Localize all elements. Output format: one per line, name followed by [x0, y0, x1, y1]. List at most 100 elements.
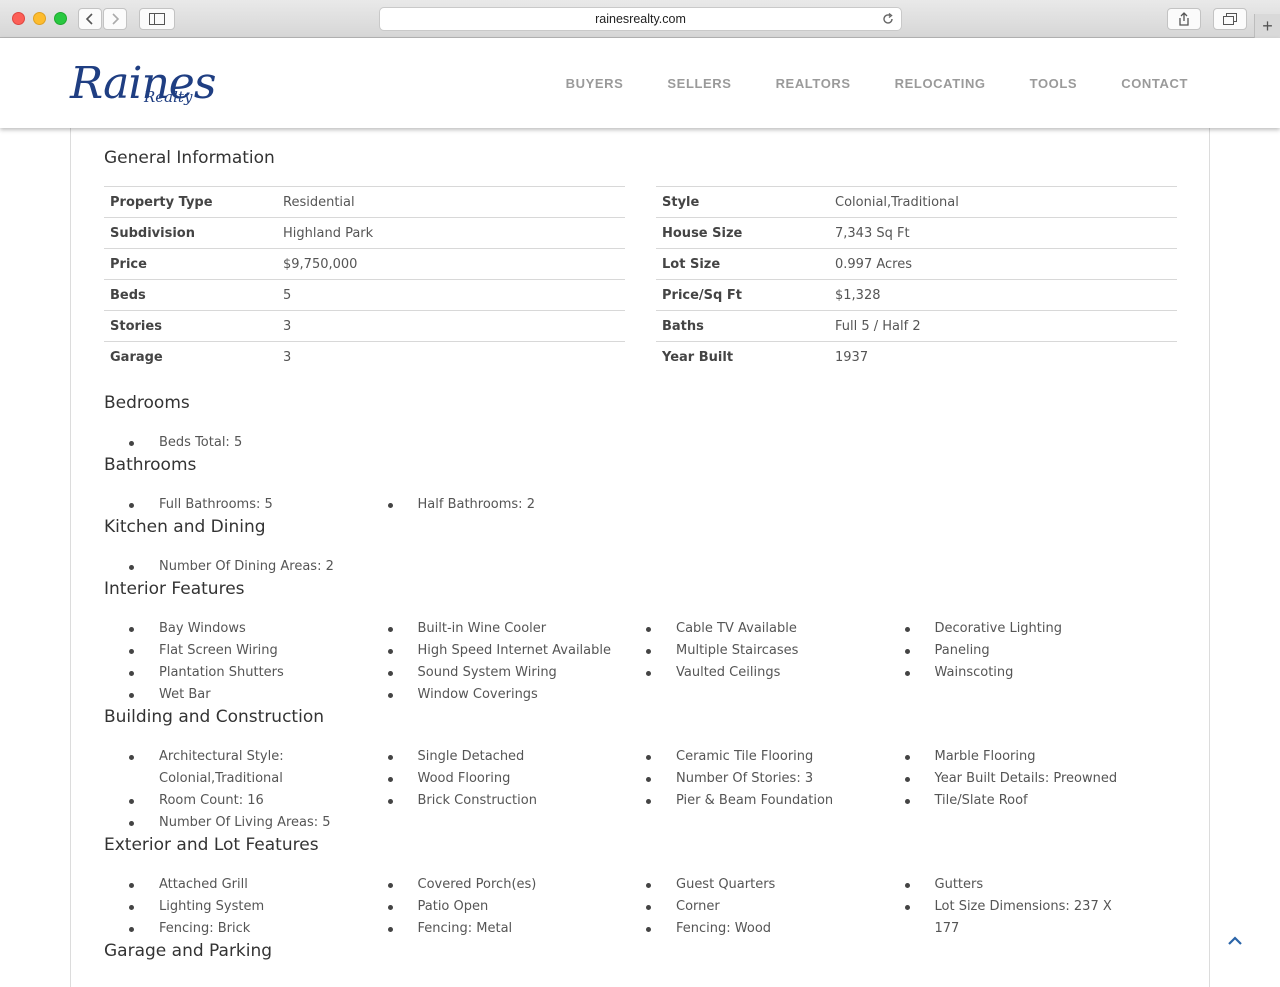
- feature-column: Ceramic Tile Flooring Number Of Stories: …: [621, 746, 880, 834]
- nav-realtors[interactable]: REALTORS: [776, 76, 851, 91]
- info-row: Property Type Residential: [104, 186, 625, 218]
- nav-tools[interactable]: TOOLS: [1030, 76, 1078, 91]
- info-value: Highland Park: [277, 217, 625, 249]
- raines-realty-logo[interactable]: Raines Realty: [70, 60, 216, 112]
- feature-section-bathrooms: Bathrooms Full Bathrooms: 5 Half Bathrooms…: [104, 454, 1177, 516]
- feature-column: Guest Quarters Corner Fencing: Wood: [621, 874, 880, 940]
- info-label: Stories: [104, 310, 277, 342]
- info-value: 7,343 Sq Ft: [829, 217, 1177, 249]
- info-label: Lot Size: [656, 248, 829, 280]
- feature-section-kitchen-and-dining: Kitchen and Dining Number Of Dining Areas…: [104, 516, 1177, 578]
- feature-item: Bay Windows: [104, 618, 363, 640]
- close-window-button[interactable]: [12, 12, 25, 25]
- section-heading: Garage and Parking: [104, 941, 273, 961]
- section-heading: Bedrooms: [104, 393, 190, 413]
- info-row: Beds 5: [104, 279, 625, 311]
- address-bar[interactable]: rainesrealty.com: [379, 7, 902, 31]
- feature-column: Bay Windows Flat Screen Wiring Plantation …: [104, 618, 363, 706]
- chevron-right-icon: [112, 13, 120, 25]
- feature-column: [880, 556, 1139, 578]
- feature-list: Attached Grill Lighting System Fencing: Br…: [104, 874, 1177, 940]
- main-nav: BUYERS SELLERS REALTORS RELOCATING TOOLS…: [566, 38, 1188, 128]
- info-row: Style Colonial,Traditional: [656, 186, 1177, 218]
- minimize-window-button[interactable]: [33, 12, 46, 25]
- feature-item: Half Bathrooms: 2: [363, 494, 622, 516]
- info-value: 3: [277, 310, 625, 342]
- info-label: Style: [656, 186, 829, 218]
- feature-list: Bay Windows Flat Screen Wiring Plantation …: [104, 618, 1177, 706]
- nav-buyers[interactable]: BUYERS: [566, 76, 624, 91]
- feature-item: Lot Size Dimensions: 237 X 177: [880, 896, 1139, 940]
- chevron-left-icon: [85, 13, 93, 25]
- info-value: 3: [277, 341, 625, 373]
- sidebar-toggle-button[interactable]: [139, 8, 175, 30]
- nav-relocating[interactable]: RELOCATING: [895, 76, 986, 91]
- browser-toolbar: rainesrealty.com +: [0, 0, 1280, 38]
- tabs-overview-button[interactable]: [1213, 8, 1247, 30]
- feature-item: Multiple Staircases: [621, 640, 880, 662]
- feature-item: Corner: [621, 896, 880, 918]
- feature-list: Full Bathrooms: 5 Half Bathrooms: 2: [104, 494, 1177, 516]
- info-row: Price $9,750,000: [104, 248, 625, 280]
- feature-item: Covered Porch(es): [363, 874, 622, 896]
- general-info-table-right: Style Colonial,Traditional House Size 7,343…: [656, 186, 1177, 373]
- site-header: Raines Realty BUYERS SELLERS REALTORS RE…: [0, 38, 1280, 128]
- feature-item: High Speed Internet Available: [363, 640, 622, 662]
- feature-item: Number Of Dining Areas: 2: [104, 556, 363, 578]
- info-value: 5: [277, 279, 625, 311]
- feature-column: [363, 556, 622, 578]
- feature-item: Year Built Details: Preowned: [880, 768, 1139, 790]
- info-label: Property Type: [104, 186, 277, 218]
- feature-item: Brick Construction: [363, 790, 622, 812]
- feature-column: Cable TV Available Multiple Staircases Vau…: [621, 618, 880, 706]
- feature-item: Fencing: Brick: [104, 918, 363, 940]
- back-button[interactable]: [78, 8, 102, 30]
- sidebar-icon: [149, 13, 165, 25]
- info-label: Beds: [104, 279, 277, 311]
- info-row: Baths Full 5 / Half 2: [656, 310, 1177, 342]
- feature-column: [621, 432, 880, 454]
- nav-sellers[interactable]: SELLERS: [667, 76, 731, 91]
- section-heading: Bathrooms: [104, 455, 197, 475]
- info-label: Subdivision: [104, 217, 277, 249]
- feature-column: [621, 556, 880, 578]
- info-row: Subdivision Highland Park: [104, 217, 625, 249]
- info-value: $9,750,000: [277, 248, 625, 280]
- feature-column: [880, 432, 1139, 454]
- feature-column: Half Bathrooms: 2: [363, 494, 622, 516]
- zoom-window-button[interactable]: [54, 12, 67, 25]
- feature-item: Ceramic Tile Flooring: [621, 746, 880, 768]
- feature-item: Number Of Living Areas: 5: [104, 812, 363, 834]
- feature-column: Beds Total: 5: [104, 432, 363, 454]
- forward-button[interactable]: [103, 8, 127, 30]
- info-value: 0.997 Acres: [829, 248, 1177, 280]
- feature-item: Number Of Stories: 3: [621, 768, 880, 790]
- feature-item: Fencing: Metal: [363, 918, 622, 940]
- feature-item: Attached Grill: [104, 874, 363, 896]
- feature-item: Lighting System: [104, 896, 363, 918]
- feature-item: Flat Screen Wiring: [104, 640, 363, 662]
- info-label: Price/Sq Ft: [656, 279, 829, 311]
- share-icon: [1179, 12, 1189, 26]
- nav-contact[interactable]: CONTACT: [1121, 76, 1188, 91]
- feature-list: Architectural Style: Colonial,Traditiona…: [104, 746, 1177, 834]
- feature-section-building-and-construction: Building and Construction Architectural S…: [104, 706, 1177, 834]
- share-button[interactable]: [1167, 8, 1201, 30]
- back-to-top-icon[interactable]: [1226, 932, 1244, 948]
- feature-item: Vaulted Ceilings: [621, 662, 880, 684]
- info-label: House Size: [656, 217, 829, 249]
- section-heading: Kitchen and Dining: [104, 517, 266, 537]
- plus-icon: +: [1262, 15, 1273, 36]
- feature-item: Plantation Shutters: [104, 662, 363, 684]
- info-value: Residential: [277, 186, 625, 218]
- feature-section-garage-and-parking: Garage and Parking: [104, 940, 1177, 980]
- feature-item: Single Detached: [363, 746, 622, 768]
- feature-section-bedrooms: Bedrooms Beds Total: 5: [104, 392, 1177, 454]
- feature-column: Number Of Dining Areas: 2: [104, 556, 363, 578]
- feature-item: Patio Open: [363, 896, 622, 918]
- new-tab-button[interactable]: +: [1254, 14, 1280, 38]
- info-row: House Size 7,343 Sq Ft: [656, 217, 1177, 249]
- feature-column: [363, 432, 622, 454]
- reload-icon[interactable]: [881, 12, 895, 26]
- info-label: Garage: [104, 341, 277, 373]
